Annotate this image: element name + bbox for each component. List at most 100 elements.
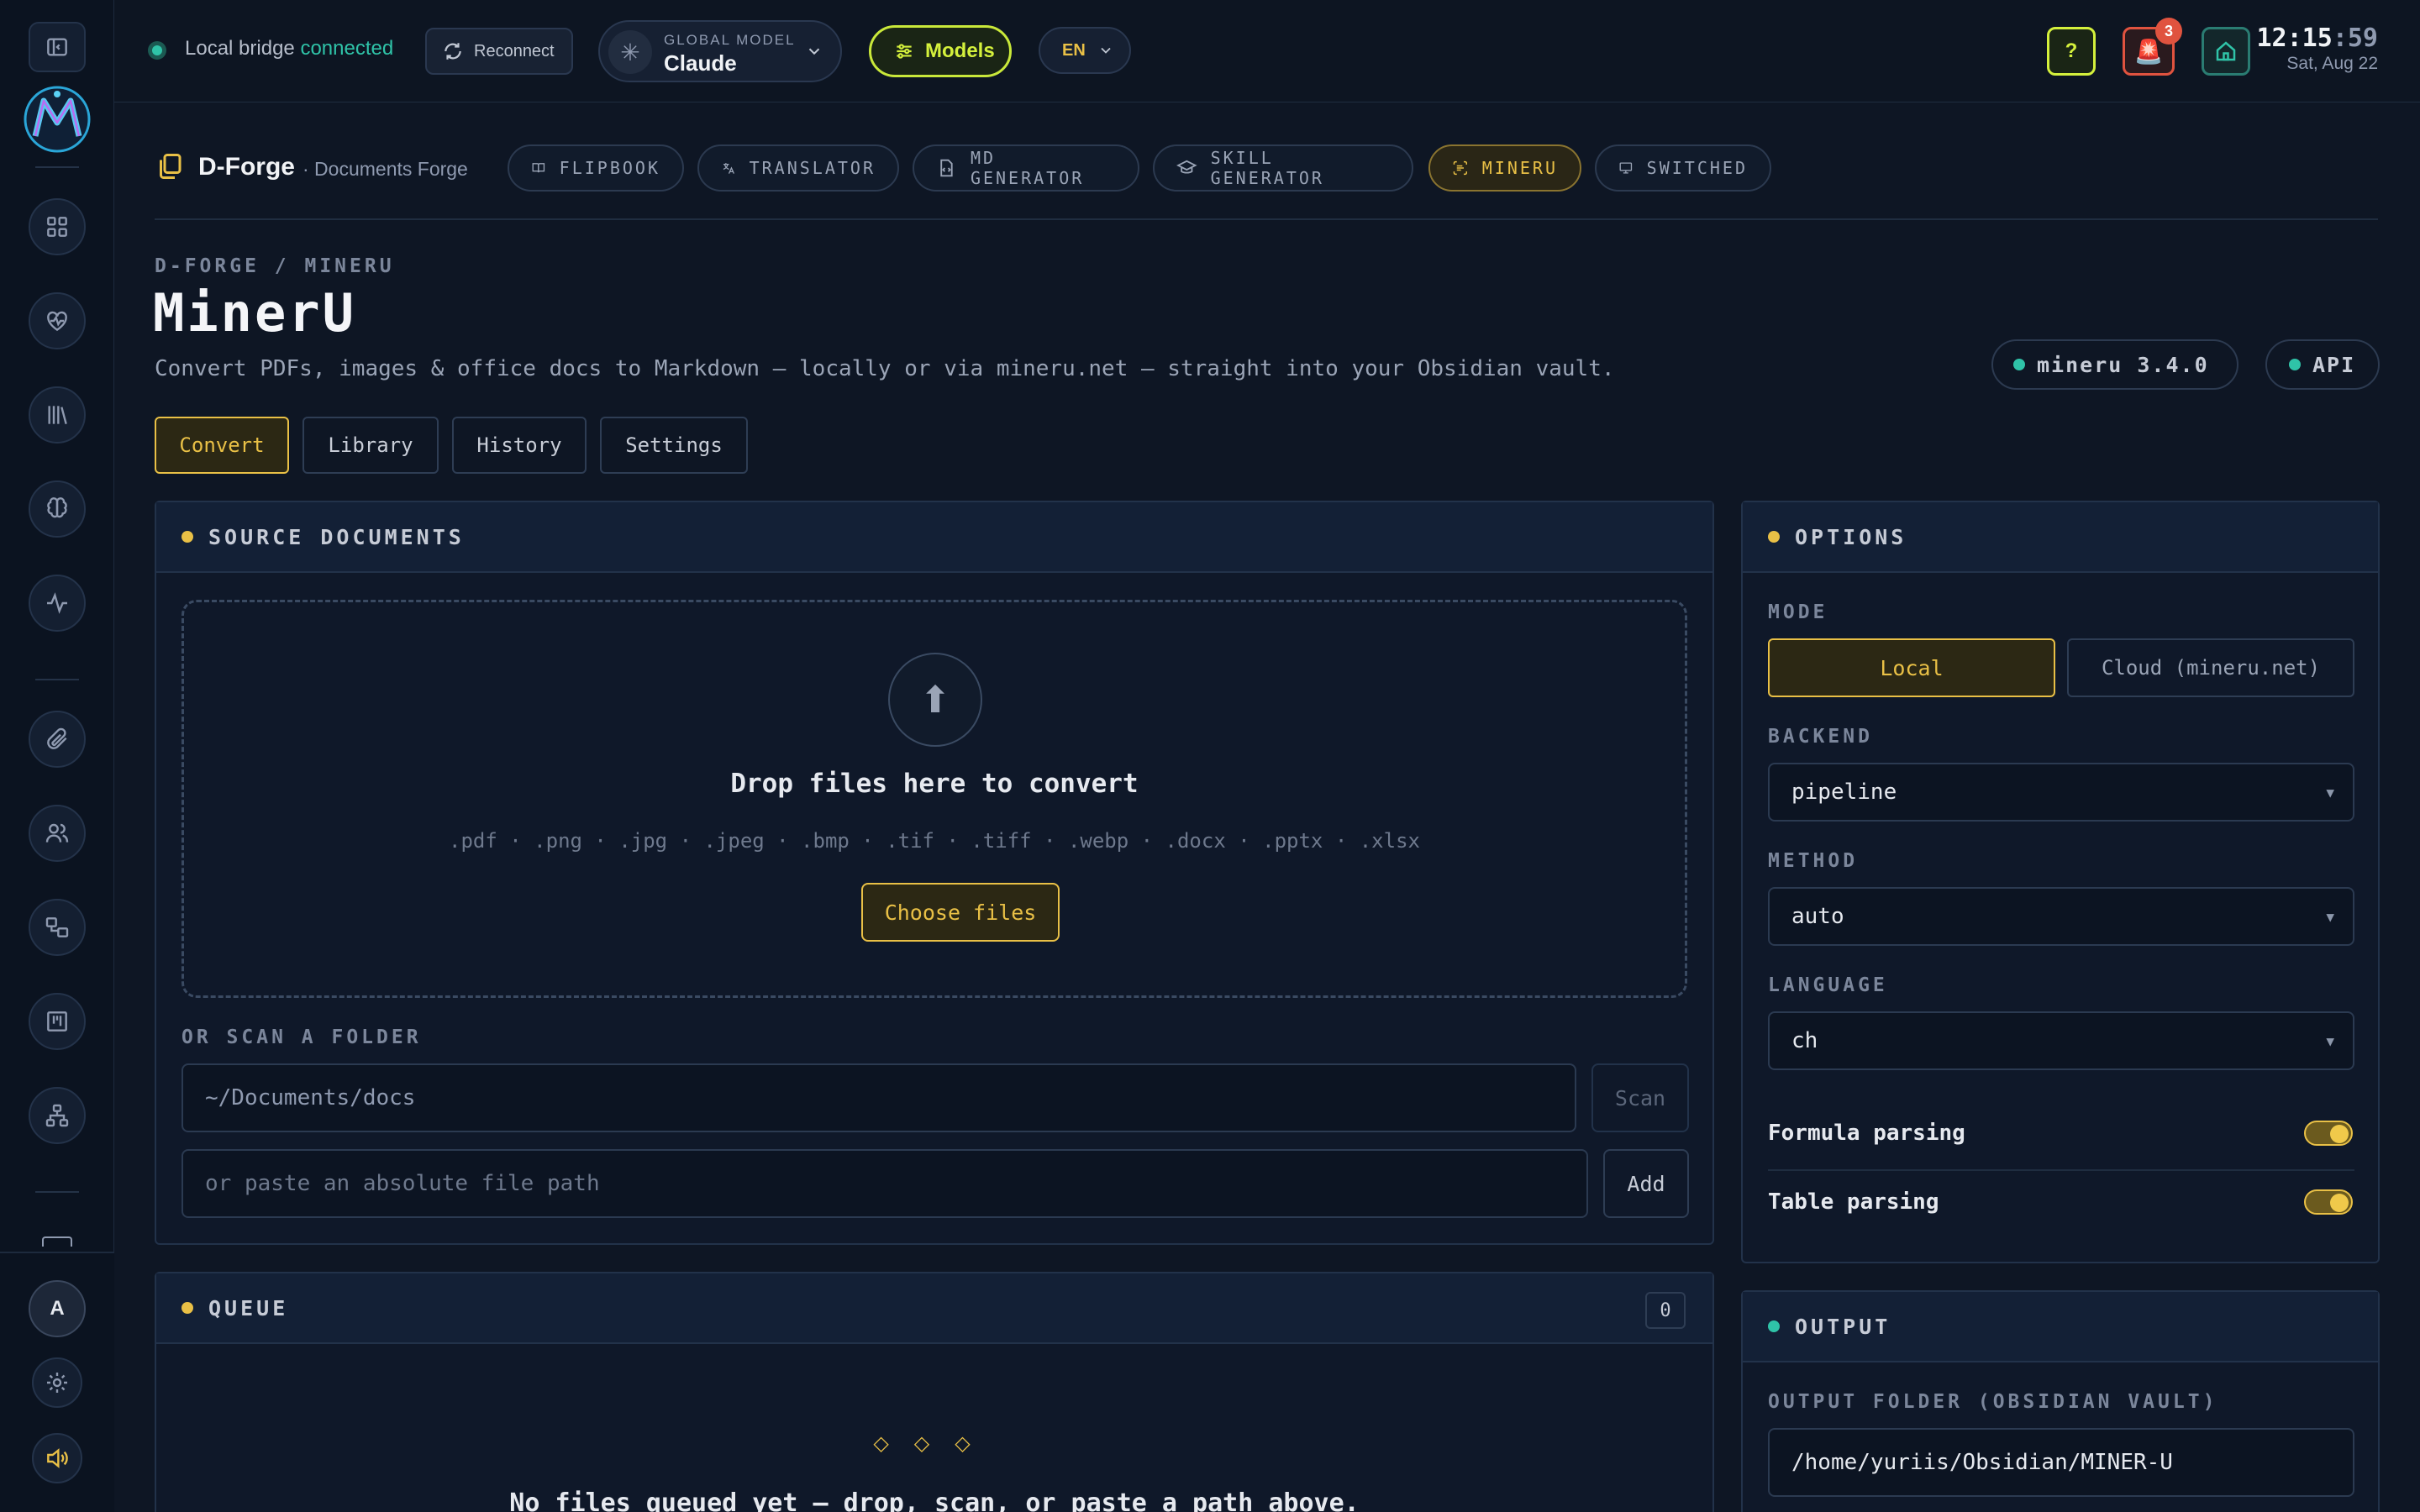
mode-label: MODE bbox=[1768, 601, 1828, 623]
tab-switched[interactable]: SWITCHED bbox=[1595, 144, 1771, 192]
language-select[interactable]: EN bbox=[1039, 27, 1131, 74]
tab-skill-generator-label: SKILL GENERATOR bbox=[1210, 148, 1324, 188]
file-path-input[interactable]: or paste an absolute file path bbox=[182, 1149, 1588, 1218]
models-label: Models bbox=[925, 39, 995, 62]
rail-activity-button[interactable] bbox=[29, 575, 86, 632]
model-icon-wrap: ✳ bbox=[608, 30, 652, 74]
tab-convert[interactable]: Convert bbox=[155, 417, 289, 474]
help-button[interactable]: ? bbox=[2047, 27, 2096, 76]
rail-divider bbox=[35, 1191, 79, 1193]
monitor-icon[interactable] bbox=[42, 1236, 72, 1247]
tab-skill-generator[interactable]: SKILL GENERATOR bbox=[1153, 144, 1413, 192]
tab-mineru-label: MINERU bbox=[1481, 158, 1558, 178]
section-dot bbox=[1768, 531, 1780, 543]
tab-switched-label: SWITCHED bbox=[1646, 158, 1748, 178]
refresh-icon bbox=[445, 43, 461, 60]
models-button[interactable]: Models bbox=[869, 25, 1012, 77]
rail-users-button[interactable] bbox=[29, 805, 86, 862]
settings-button[interactable] bbox=[32, 1357, 82, 1408]
add-path-button[interactable]: Add bbox=[1603, 1149, 1689, 1218]
page-description: Convert PDFs, images & office docs to Ma… bbox=[155, 356, 1615, 381]
source-panel-title: SOURCE DOCUMENTS bbox=[208, 524, 465, 549]
language-value: EN bbox=[1062, 40, 1086, 60]
home-button[interactable] bbox=[2202, 27, 2250, 76]
folder-path-input[interactable]: ~/Documents/docs bbox=[182, 1063, 1576, 1132]
formula-parsing-toggle[interactable] bbox=[2304, 1121, 2353, 1146]
table-parsing-toggle[interactable] bbox=[2304, 1189, 2353, 1215]
output-panel-header: OUTPUT bbox=[1743, 1292, 2378, 1362]
paperclip-icon bbox=[47, 727, 67, 749]
rail-hierarchy-button[interactable] bbox=[29, 1087, 86, 1144]
alerts-button[interactable]: 🚨 3 bbox=[2123, 18, 2182, 76]
tab-library-label: Library bbox=[328, 433, 413, 457]
scan-button[interactable]: Scan bbox=[1591, 1063, 1689, 1132]
help-label: ? bbox=[2065, 39, 2078, 62]
tab-flipbook[interactable]: FLIPBOOK bbox=[508, 144, 684, 192]
rail-dashboard-button[interactable] bbox=[29, 198, 86, 255]
shapes-icon bbox=[45, 917, 69, 937]
scan-button-label: Scan bbox=[1614, 1085, 1666, 1110]
api-label: API bbox=[2312, 352, 2356, 377]
rail-library-button[interactable] bbox=[29, 386, 86, 444]
tab-convert-label: Convert bbox=[179, 433, 265, 457]
options-divider bbox=[1768, 1169, 2354, 1171]
chevron-down-icon bbox=[1101, 47, 1111, 54]
tab-library[interactable]: Library bbox=[302, 417, 439, 474]
rail-brain-button[interactable] bbox=[29, 480, 86, 538]
supported-extensions: .pdf · .png · .jpg · .jpeg · .bmp · .tif… bbox=[449, 829, 1420, 853]
options-panel: OPTIONS MODE Local Cloud (mineru.net) BA… bbox=[1741, 501, 2380, 1263]
reconnect-button[interactable]: Reconnect bbox=[425, 28, 573, 75]
alerts-badge: 3 bbox=[2155, 18, 2182, 45]
file-code-icon bbox=[940, 159, 953, 177]
drop-zone[interactable]: ⬆ Drop files here to convert .pdf · .png… bbox=[182, 600, 1687, 998]
tab-settings[interactable]: Settings bbox=[600, 417, 748, 474]
rail-shapes-button[interactable] bbox=[29, 899, 86, 956]
brand-name: D-Forge bbox=[198, 153, 295, 181]
language-select[interactable]: ch ▼ bbox=[1768, 1011, 2354, 1070]
rail-attachments-button[interactable] bbox=[29, 711, 86, 768]
mode-cloud-button[interactable]: Cloud (mineru.net) bbox=[2067, 638, 2354, 697]
rail-board-button[interactable] bbox=[29, 993, 86, 1050]
tab-history[interactable]: History bbox=[452, 417, 587, 474]
backend-select[interactable]: pipeline ▼ bbox=[1768, 763, 2354, 822]
avatar[interactable]: A bbox=[29, 1280, 86, 1337]
forge-logo-icon bbox=[155, 151, 185, 181]
choose-files-button[interactable]: Choose files bbox=[861, 883, 1060, 942]
sound-button[interactable] bbox=[32, 1433, 82, 1483]
empty-queue-text: No files queued yet — drop, scan, or pas… bbox=[509, 1488, 1360, 1512]
tab-flipbook-label: FLIPBOOK bbox=[559, 158, 660, 178]
bridge-status-dot bbox=[148, 41, 166, 60]
api-status-dot bbox=[2289, 359, 2301, 370]
speaker-icon bbox=[47, 1448, 68, 1468]
gear-icon bbox=[47, 1373, 67, 1393]
tab-mineru[interactable]: MINERU bbox=[1428, 144, 1581, 192]
method-label: METHOD bbox=[1768, 850, 1859, 872]
sidebar-toggle-button[interactable] bbox=[29, 22, 86, 72]
rail-health-button[interactable] bbox=[29, 292, 86, 349]
folder-path-value: ~/Documents/docs bbox=[205, 1085, 416, 1110]
global-model-label: GLOBAL MODEL bbox=[664, 32, 796, 48]
file-path-placeholder: or paste an absolute file path bbox=[205, 1171, 600, 1196]
output-panel-title: OUTPUT bbox=[1795, 1314, 1891, 1339]
chevron-down-icon bbox=[808, 48, 820, 55]
page-title: MinerU bbox=[153, 282, 356, 344]
method-select[interactable]: auto ▼ bbox=[1768, 887, 2354, 946]
global-model-select[interactable]: ✳ GLOBAL MODEL Claude bbox=[598, 20, 842, 82]
bridge-label: Local bridge bbox=[185, 37, 295, 60]
tab-md-generator[interactable]: MD GENERATOR bbox=[913, 144, 1139, 192]
sidebar-toggle-icon bbox=[47, 38, 67, 56]
scan-text-icon bbox=[1453, 160, 1468, 176]
output-folder-input[interactable]: /home/yuriis/Obsidian/MINER-U bbox=[1768, 1428, 2354, 1497]
language-value: ch bbox=[1791, 1028, 1818, 1053]
activity-icon bbox=[47, 592, 67, 614]
tab-translator[interactable]: TRANSLATOR bbox=[697, 144, 899, 192]
toggle-knob bbox=[2330, 1125, 2349, 1143]
mode-local-button[interactable]: Local bbox=[1768, 638, 2055, 697]
queue-count-badge: 0 bbox=[1645, 1292, 1686, 1329]
left-rail: A bbox=[0, 0, 114, 1512]
app-logo[interactable] bbox=[22, 84, 92, 155]
header-divider bbox=[155, 218, 2378, 220]
version-badge: mineru 3.4.0 bbox=[1991, 339, 2238, 390]
top-bar: Local bridge connected Reconnect ✳ GLOBA… bbox=[114, 0, 2420, 102]
source-panel-header: SOURCE DOCUMENTS bbox=[156, 502, 1712, 573]
